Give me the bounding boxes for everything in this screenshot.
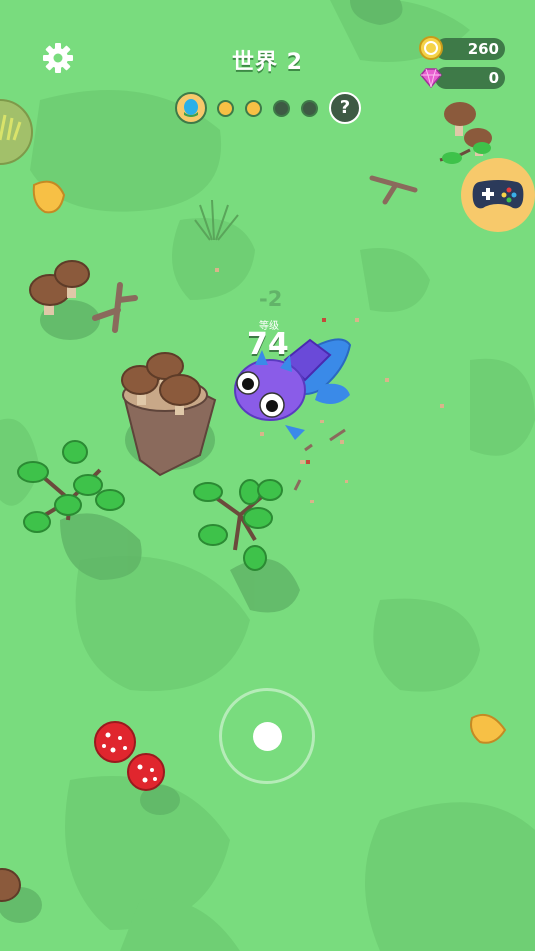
stage-dot-completed [245,100,262,117]
mushrooms-top-right [439,102,492,164]
boss-stage-marker: ? [329,92,361,124]
player-hp: 74 [247,327,289,362]
stage-dot-completed [217,100,234,117]
joystick-knob[interactable] [253,722,282,751]
stage-progress: ? [175,92,361,124]
coin-icon [419,36,443,60]
gamepad-button[interactable] [461,158,535,232]
gem-icon [420,68,442,89]
gem-counter: 0 [435,67,505,89]
gem-count: 0 [488,69,499,87]
egg-icon [175,92,207,124]
coin-count: 260 [467,40,499,58]
leafy-branch-center [193,479,283,571]
stage-dot-locked [301,100,318,117]
branch-stick [92,282,138,333]
stage-dot-locked [273,100,290,117]
coin-counter: 260 [435,38,505,60]
gamepad-icon [472,180,524,209]
game-world [0,0,535,951]
grass-bush-left [0,99,33,165]
damage-popup: -2 [259,287,283,311]
